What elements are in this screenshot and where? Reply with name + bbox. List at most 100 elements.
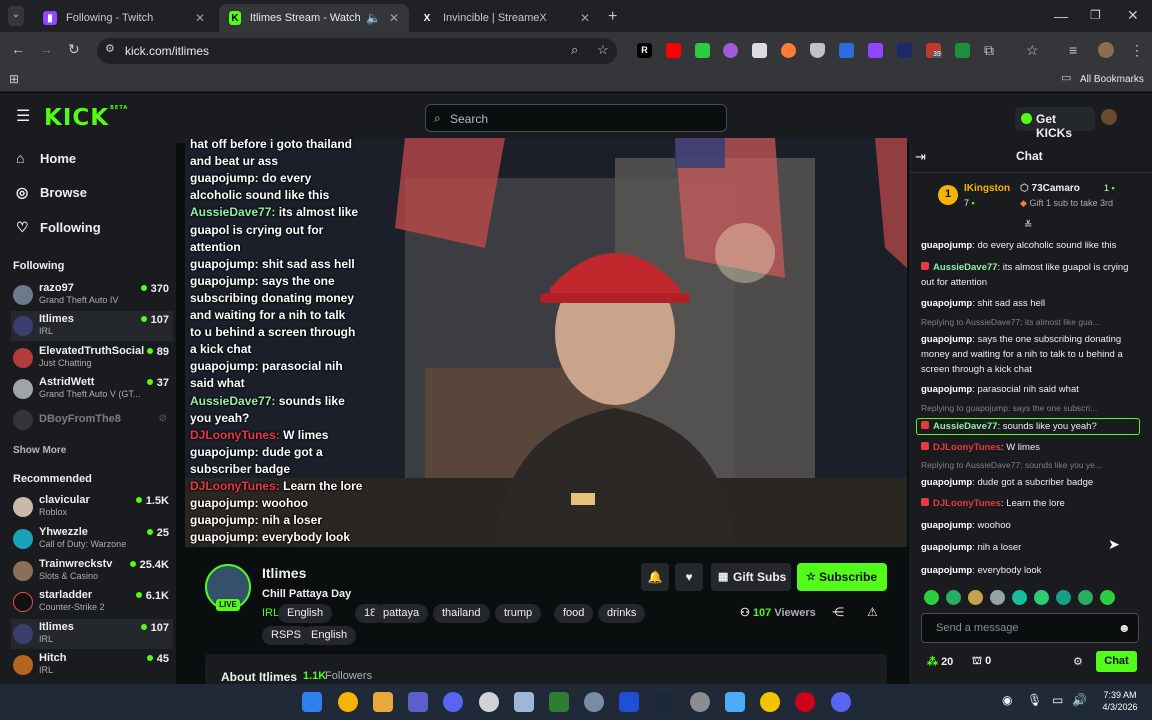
extension-blue-icon[interactable] [839,43,854,58]
second-gifter[interactable]: ⬡ 73Camaro [1020,183,1080,194]
user-avatar[interactable] [1101,109,1117,125]
chat-username[interactable]: DJLoonyTunes [933,498,1001,509]
kicks-balance[interactable]: ⛫ 0 [972,655,991,669]
tab-close-icon[interactable]: ✕ [580,11,590,25]
stream-category-link[interactable]: IRL [262,607,279,619]
sidebar-channel[interactable]: ElevatedTruthSocial Just Chatting 89 [11,343,173,373]
extension-twitch-icon[interactable] [868,43,883,58]
gift-promo[interactable]: ◆ Gift 1 sub to take 3rd [1020,198,1113,209]
report-icon[interactable]: ⚠ [867,605,878,619]
network-icon[interactable]: ▭ [1052,693,1063,707]
chat-username[interactable]: AussieDave77 [933,421,997,432]
extension-r-icon[interactable]: R [637,43,652,58]
chat-input[interactable]: Send a message ☻ [921,613,1139,643]
extension-dgreen-icon[interactable] [955,43,970,58]
tag-chip[interactable]: English [302,626,357,645]
subscribe-button[interactable]: ☆ Subscribe [797,563,887,591]
zoom-icon[interactable]: ⌕ [571,43,578,56]
microphone-icon[interactable]: 🎙 [1027,693,1042,707]
settings-app-icon[interactable] [479,692,499,712]
gear-app-icon[interactable] [584,692,604,712]
close-window-icon[interactable]: ✕ [1127,8,1139,22]
channel-points[interactable]: ⁂ 20 [927,655,953,668]
nav-following[interactable]: ♡ Following [16,219,101,236]
bookmark-star-icon[interactable]: ☆ [597,43,609,56]
maximize-icon[interactable]: ❐ [1090,9,1101,21]
tag-chip[interactable]: thailand [433,604,490,623]
emoji-icon[interactable]: ☻ [1118,621,1131,635]
forward-icon[interactable]: → [39,42,53,56]
show-more-button[interactable]: Show More [13,445,66,456]
emote-icon[interactable] [968,590,983,605]
extension-green-icon[interactable] [695,43,710,58]
expand-leaderboard-icon[interactable]: ≚ [1024,220,1032,231]
chat-username[interactable]: guapojump [921,334,972,345]
vlc-icon[interactable] [760,692,780,712]
extensions-puzzle-icon[interactable]: ⧉ [984,43,994,57]
chat-reply-context[interactable]: Replying to AussieDave77: sounds like yo… [921,460,1102,470]
sidebar-menu-icon[interactable]: ☰ [16,109,30,125]
send-chat-button[interactable]: Chat [1096,651,1137,672]
discord2-icon[interactable] [831,692,851,712]
steam-icon[interactable] [654,692,674,712]
tab-close-icon[interactable]: ✕ [195,11,205,25]
notification-bell-button[interactable]: 🔔 [641,563,669,591]
tab-streamex[interactable]: X Invincible | StreameX ✕ [410,4,600,32]
tag-chip[interactable]: pattaya [374,604,429,623]
share-icon[interactable]: ⋲ [832,605,844,619]
emote-icon[interactable] [1056,590,1071,605]
all-bookmarks-link[interactable]: All Bookmarks [1080,74,1144,85]
chat-username[interactable]: guapojump [921,240,972,251]
start-menu-icon[interactable] [302,692,322,712]
extension-youtube-icon[interactable] [666,43,681,58]
extension-navy-icon[interactable] [897,43,912,58]
chat-username[interactable]: guapojump [921,298,972,309]
chat-username[interactable]: guapojump [921,520,972,531]
nav-home[interactable]: ⌂ Home [16,150,76,166]
extension-shield-icon[interactable] [810,43,825,58]
obs-icon[interactable] [690,692,710,712]
chat-username[interactable]: guapojump [921,384,972,395]
profile-avatar[interactable] [1098,42,1114,58]
chat-username[interactable]: AussieDave77 [933,262,997,273]
sidebar-channel[interactable]: AstridWett Grand Theft Auto V (GT... 37 [11,374,173,404]
tag-chip[interactable]: trump [495,604,542,623]
document-icon[interactable] [725,692,745,712]
clock[interactable]: 7:39 AM 4/3/2026 [1098,689,1142,713]
bookmark-icon[interactable]: ☆ [1026,43,1039,57]
app-n-icon[interactable] [408,692,428,712]
sidebar-channel[interactable]: Itlimes IRL 107 [11,619,173,649]
emote-icon[interactable] [1034,590,1049,605]
emote-icon[interactable] [946,590,961,605]
back-icon[interactable]: ← [11,42,25,56]
sidebar-channel-offline[interactable]: DBoyFromThe8 ⊘ [11,405,173,435]
opera-icon[interactable] [795,692,815,712]
sidebar-channel[interactable]: starladder Counter-Strike 2 6.1K [11,587,173,617]
sidebar-channel[interactable]: Itlimes IRL 107 [11,311,173,341]
terminal-icon[interactable] [549,692,569,712]
tag-chip[interactable]: food [554,604,594,623]
sidebar-channel[interactable]: Yhwezzle Call of Duty: Warzone 25 [11,524,173,554]
channel-name-heading[interactable]: Itlimes [262,565,306,581]
apps-grid-icon[interactable]: ⊞ [9,73,19,85]
emote-icon[interactable] [1100,590,1115,605]
chat-username[interactable]: guapojump [921,542,972,553]
gift-subs-button[interactable]: ▦ Gift Subs [711,563,791,591]
file-explorer-icon[interactable] [373,692,393,712]
new-tab-button[interactable]: + [608,9,617,25]
site-info-icon[interactable]: ⚙ [105,44,115,55]
reload-icon[interactable]: ↻ [68,42,80,56]
screen-app-icon[interactable] [619,692,639,712]
chat-username[interactable]: DJLoonyTunes [933,442,1001,453]
chat-username[interactable]: guapojump [921,477,972,488]
chat-reply-context[interactable]: Replying to AussieDave77: its almost lik… [921,317,1100,327]
search-input[interactable]: ⌕ Search [425,104,727,132]
emote-icon[interactable] [990,590,1005,605]
emote-icon[interactable] [924,590,939,605]
chat-reply-context[interactable]: Replying to guapojump: says the one subs… [921,403,1097,413]
extension-grey-icon[interactable] [752,43,767,58]
kick-logo[interactable]: KICKBETA [44,105,128,131]
address-bar[interactable]: ⚙ kick.com/itlimes ⌕ ☆ [97,38,617,64]
tab-twitch[interactable]: ▮ Following - Twitch ✕ [33,4,215,32]
tab-mute-icon[interactable]: 🔈 [366,11,381,25]
